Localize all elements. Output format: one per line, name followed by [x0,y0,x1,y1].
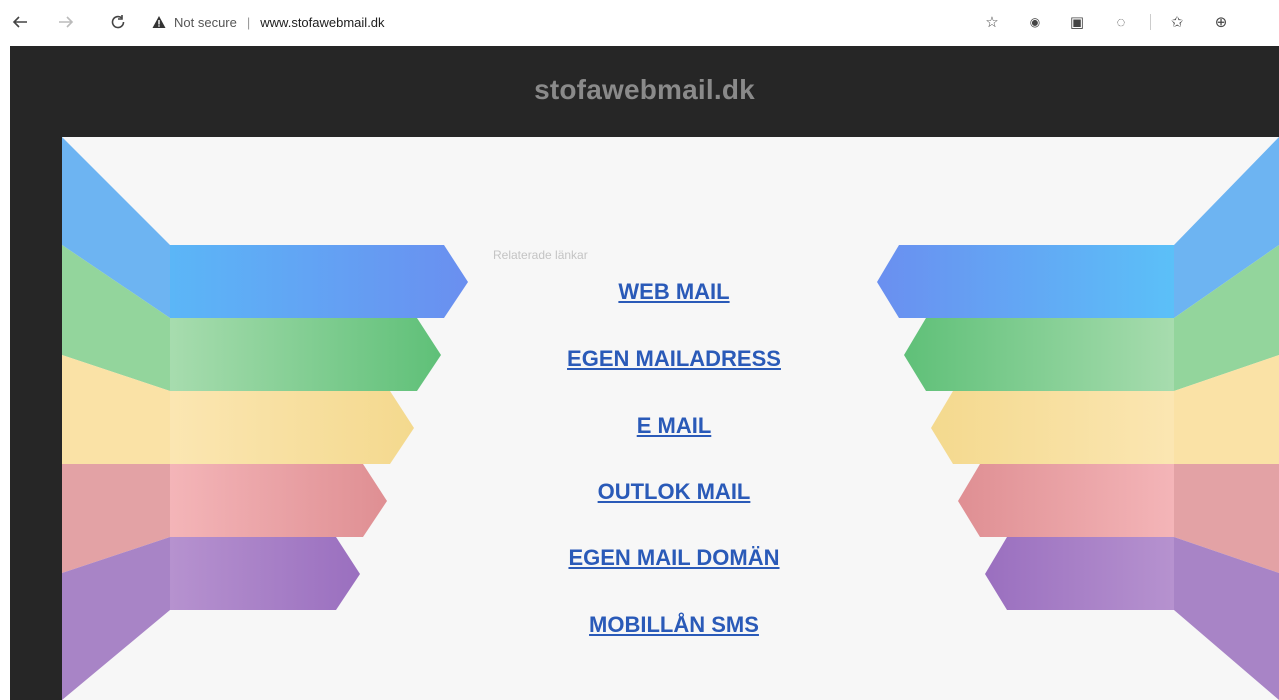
refresh-icon[interactable] [106,10,130,34]
favorites-add-icon[interactable]: ☆ [980,10,1004,34]
url-text[interactable]: www.stofawebmail.dk [260,15,384,30]
site-title: stofawebmail.dk [534,74,755,105]
link-web-mail[interactable]: WEB MAIL [464,279,884,305]
back-arrow-icon[interactable] [8,10,32,34]
extension-icon[interactable]: ◉ [1023,10,1047,34]
related-links-label: Relaterade länkar [493,248,588,262]
extension-icon[interactable]: ◌ [1109,10,1133,34]
link-mobillan-sms[interactable]: MOBILLÅN SMS [464,612,884,638]
browser-toolbar: Not secure | www.stofawebmail.dk ☆ ◉ ▣ ◌… [0,0,1279,46]
web-page: stofawebmail.dk Relaterade länkar WEB MA… [0,46,1279,700]
toolbar-divider [1150,14,1151,30]
favorites-icon[interactable]: ✩ [1165,10,1189,34]
link-e-mail[interactable]: E MAIL [464,413,884,439]
extension-icon[interactable]: ▣ [1065,10,1089,34]
link-egen-mailadress[interactable]: EGEN MAILADRESS [464,346,884,372]
warning-icon [152,16,166,28]
content-panel: Relaterade länkar WEB MAIL EGEN MAILADRE… [62,137,1279,700]
link-outlok-mail[interactable]: OUTLOK MAIL [464,479,884,505]
forward-arrow-icon [54,10,78,34]
address-bar[interactable]: Not secure | www.stofawebmail.dk [152,10,385,34]
address-divider: | [246,14,251,30]
link-egen-mail-doman[interactable]: EGEN MAIL DOMÄN [464,545,884,571]
collections-icon[interactable]: ⊕ [1209,10,1233,34]
security-status[interactable]: Not secure [174,15,237,30]
